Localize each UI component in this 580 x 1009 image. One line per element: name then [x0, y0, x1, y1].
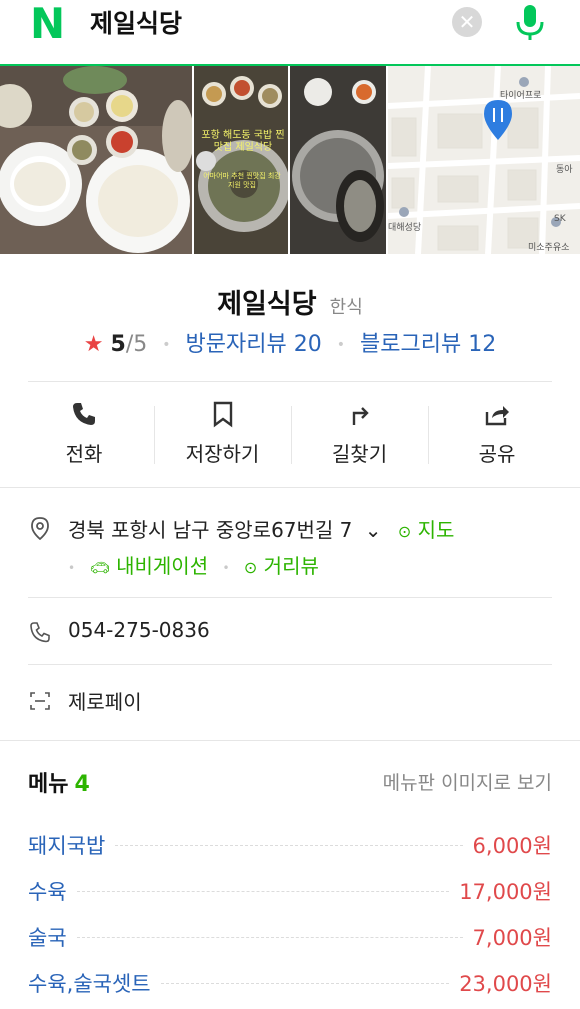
place-category: 한식 — [329, 297, 363, 318]
menu-item-price: 23,000원 — [459, 972, 552, 996]
rating-max: /5 — [125, 332, 148, 357]
chevron-down-icon[interactable]: ⌄ — [365, 518, 382, 542]
menu-item-price: 7,000원 — [472, 926, 552, 950]
place-title: 제일식당 한식 — [0, 282, 580, 321]
phone-outline-icon — [30, 622, 50, 643]
rating-value: 5 — [110, 332, 126, 357]
directions-button[interactable]: 길찾기 — [291, 382, 428, 487]
menu-item-price: 6,000원 — [472, 834, 552, 858]
share-button[interactable]: 공유 — [428, 382, 566, 487]
star-icon: ★ — [83, 332, 104, 357]
phone-number[interactable]: 054-275-0836 — [68, 618, 210, 642]
close-icon: ✕ — [458, 10, 476, 34]
menu-item-name: 수육 — [28, 880, 67, 904]
dotted-leader — [115, 844, 463, 846]
voice-search-button[interactable] — [510, 2, 550, 42]
menu-item-name: 술국 — [28, 926, 67, 950]
menu-item-name: 수육,술국셋트 — [28, 972, 151, 996]
phone-row[interactable]: 054-275-0836 — [28, 618, 552, 648]
share-icon — [485, 406, 509, 426]
search-input[interactable]: 제일식당 — [90, 4, 182, 44]
menu-item-name: 돼지국밥 — [28, 834, 106, 858]
navigation-label: 내비게이션 — [116, 554, 209, 578]
dotted-leader — [160, 982, 450, 984]
menu-item[interactable]: 술국 7,000원 — [28, 914, 552, 960]
menu-title: 메뉴 4 — [28, 766, 90, 798]
dotted-leader — [76, 890, 450, 892]
search-bar: N 제일식당 ✕ — [0, 0, 580, 66]
share-label: 공유 — [478, 442, 516, 466]
pin-outline-icon: ⊙ — [243, 558, 258, 577]
divider — [0, 487, 580, 488]
divider — [0, 740, 580, 741]
naver-logo[interactable]: N — [30, 3, 70, 45]
menu-board-link[interactable]: 메뉴판 이미지로 보기 — [383, 768, 552, 795]
divider — [28, 664, 552, 665]
map-label-5: 미소주유소 — [528, 243, 570, 253]
address-line: 경북 포항시 남구 중앙로67번길 7 ⌄ ⊙ 지도 — [68, 514, 454, 543]
phone-icon — [73, 403, 95, 425]
menu-header: 메뉴 4 메뉴판 이미지로 보기 — [28, 766, 552, 798]
clear-search-button[interactable]: ✕ — [452, 7, 482, 37]
map-label-2: 동아 — [556, 165, 573, 175]
address-text: 경북 포항시 남구 중앙로67번길 7 — [68, 518, 353, 542]
save-button[interactable]: 저장하기 — [154, 382, 291, 487]
map-link[interactable]: ⊙ 지도 — [398, 518, 455, 542]
address-row: 경북 포항시 남구 중앙로67번길 7 ⌄ ⊙ 지도 • 🚗︎ 내비게이션 • … — [28, 512, 552, 582]
directions-label: 길찾기 — [331, 442, 388, 466]
bookmark-icon — [213, 401, 232, 428]
separator-dot: • — [162, 337, 171, 353]
menu-item[interactable]: 돼지국밥 6,000원 — [28, 822, 552, 868]
visitor-reviews-link[interactable]: 방문자리뷰 20 — [186, 332, 322, 357]
map-link-label: 지도 — [417, 518, 455, 542]
food-photo-1[interactable] — [0, 66, 192, 254]
streetview-link[interactable]: ⊙ 거리뷰 — [244, 554, 319, 578]
menu-item[interactable]: 수육 17,000원 — [28, 868, 552, 914]
action-bar: 전화 저장하기 길찾기 공유 — [0, 382, 580, 487]
menu-item[interactable]: 수육,술국셋트 23,000원 — [28, 960, 552, 1006]
menu-title-text: 메뉴 — [28, 772, 69, 797]
menu-count: 4 — [74, 772, 90, 797]
streetview-label: 거리뷰 — [263, 554, 319, 578]
address-links: • 🚗︎ 내비게이션 • ⊙ 거리뷰 — [68, 550, 319, 579]
scan-icon — [30, 692, 50, 710]
separator-dot: • — [336, 337, 345, 353]
separator-dot: • — [222, 560, 230, 575]
menu-item-price: 17,000원 — [459, 880, 552, 904]
zeropay-label: 제로페이 — [68, 690, 142, 714]
directions-icon — [352, 407, 369, 425]
navigation-link[interactable]: 🚗︎ 내비게이션 — [89, 554, 208, 578]
map-label-3: 대해성당 — [388, 223, 422, 233]
car-icon: 🚗︎ — [89, 558, 110, 577]
food-photo-2[interactable]: 포항 해도동 국밥 찐맛집 제일식당 어마어마 추천 찐맛집 최강 지원 맛집 — [194, 66, 288, 254]
zeropay-row: 제로페이 — [28, 686, 552, 716]
call-label: 전화 — [65, 442, 103, 466]
place-name: 제일식당 — [217, 289, 317, 320]
location-pin-icon — [31, 517, 49, 540]
rating-row: ★ 5/5 • 방문자리뷰 20 • 블로그리뷰 12 — [0, 326, 580, 358]
dotted-leader — [76, 936, 463, 938]
call-button[interactable]: 전화 — [14, 382, 154, 487]
blog-reviews-link[interactable]: 블로그리뷰 12 — [360, 332, 496, 357]
map-label-4: SK — [554, 214, 566, 224]
food-photo-3[interactable] — [290, 66, 386, 254]
menu-list: 돼지국밥 6,000원 수육 17,000원 술국 7,000원 수육,술국셋트… — [28, 822, 552, 1006]
pin-outline-icon: ⊙ — [397, 522, 412, 541]
separator-dot: • — [68, 560, 76, 575]
photo-caption: 포항 해도동 국밥 찐맛집 제일식당 — [201, 130, 285, 153]
map-thumbnail[interactable]: 타이어프로 동아 대해성당 SK 미소주유소 — [388, 66, 580, 254]
photo-strip: 포항 해도동 국밥 찐맛집 제일식당 어마어마 추천 찐맛집 최강 지원 맛집 — [0, 66, 580, 254]
microphone-icon — [516, 5, 544, 40]
photo-sub-caption: 어마어마 추천 찐맛집 최강 지원 맛집 — [203, 172, 281, 189]
save-label: 저장하기 — [185, 442, 260, 466]
divider — [28, 597, 552, 598]
map-label-1: 타이어프로 — [500, 91, 542, 101]
